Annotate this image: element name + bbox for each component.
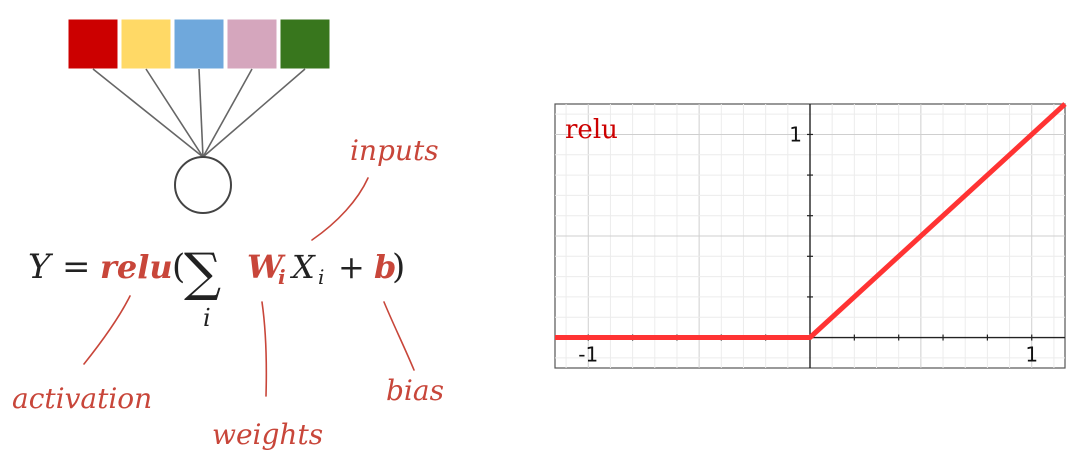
activation-pointer bbox=[83, 295, 131, 365]
formula-sum-index: i bbox=[203, 304, 211, 332]
annotation-bias: bias bbox=[386, 374, 444, 407]
x-tick-label: -1 bbox=[578, 343, 598, 367]
bias-pointer bbox=[383, 301, 415, 371]
y-tick-label: 1 bbox=[789, 122, 802, 146]
formula-lhs: Y bbox=[28, 247, 54, 287]
formula-weight-subscript: i bbox=[278, 265, 286, 289]
neuron-diagram bbox=[67, 18, 331, 214]
input-connection-line bbox=[145, 68, 204, 158]
input-connection-line bbox=[198, 68, 204, 158]
x-tick-label: 1 bbox=[1025, 343, 1038, 367]
plot-title: relu bbox=[565, 115, 618, 145]
relu-plot: -1 1 1 relu bbox=[554, 102, 1067, 369]
input-connection-line bbox=[202, 68, 253, 158]
input-connection-line bbox=[92, 68, 204, 158]
formula-annotations bbox=[83, 177, 415, 397]
formula-sum-symbol: ∑ bbox=[184, 243, 221, 303]
formula-input: X bbox=[289, 248, 316, 286]
weights-pointer bbox=[261, 301, 268, 397]
input-node-square bbox=[226, 18, 278, 70]
formula-close-paren: ) bbox=[392, 247, 405, 287]
formula-input-subscript: i bbox=[318, 265, 324, 289]
annotation-weights: weights bbox=[212, 418, 323, 451]
formula-equals: = bbox=[62, 247, 91, 287]
relu-formula: Y = relu ( ∑ i W i X i + b ) bbox=[28, 243, 405, 332]
input-node-square bbox=[279, 18, 331, 70]
annotation-inputs: inputs bbox=[350, 134, 439, 167]
input-connection-line bbox=[202, 68, 306, 158]
formula-activation: relu bbox=[100, 248, 173, 286]
input-node-square bbox=[120, 18, 172, 70]
neuron-node bbox=[174, 156, 232, 214]
input-squares bbox=[67, 18, 331, 70]
inputs-pointer bbox=[311, 177, 369, 241]
input-connections bbox=[92, 68, 306, 158]
diagram-canvas: Y = relu ( ∑ i W i X i + b ) inputs acti… bbox=[12, 18, 1067, 451]
input-node-square bbox=[173, 18, 225, 70]
formula-plus: + bbox=[338, 248, 365, 286]
input-node-square bbox=[67, 18, 119, 70]
annotation-activation: activation bbox=[12, 382, 152, 415]
